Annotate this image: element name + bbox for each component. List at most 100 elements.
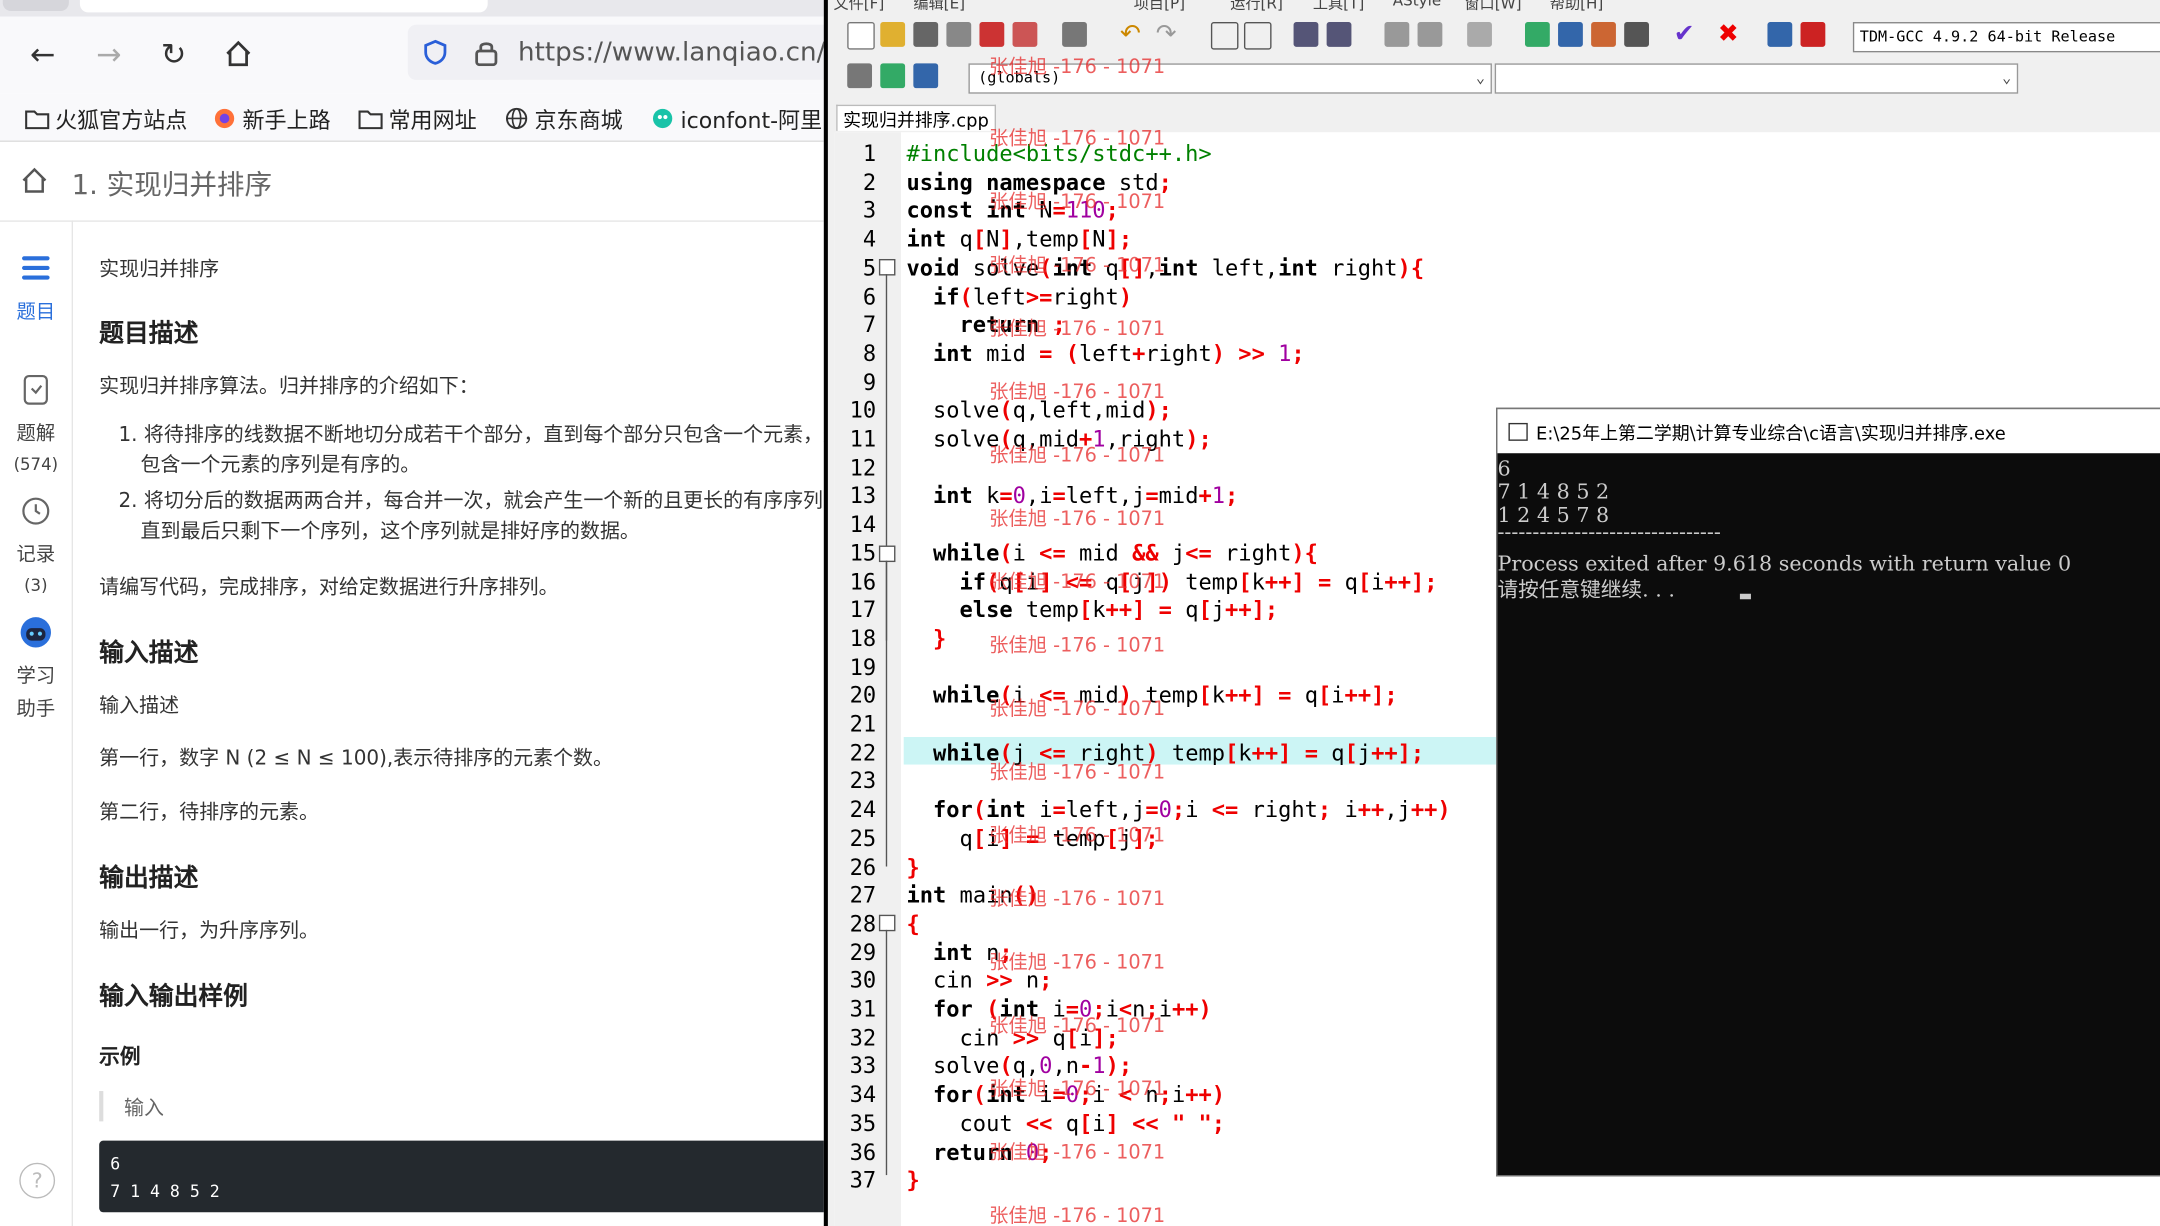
code-line[interactable]: } <box>906 853 919 879</box>
debug-icon[interactable] <box>1800 22 1826 47</box>
watermark-text: 张佳旭 -176 - 1071 <box>989 128 1166 151</box>
chart-icon[interactable] <box>1767 22 1793 47</box>
tab-active[interactable] <box>79 0 488 13</box>
close-all-icon[interactable] <box>1012 22 1038 47</box>
line-number: 36 <box>849 1138 877 1165</box>
save-icon[interactable] <box>913 22 939 47</box>
sidebar-item-solutions[interactable]: 题解 (574) <box>0 372 72 474</box>
watermark-text: 张佳旭 -176 - 1071 <box>989 698 1166 721</box>
bookmark-icon[interactable] <box>913 63 939 89</box>
chevron-down-icon[interactable]: ⌄ <box>2002 65 2011 93</box>
reload-icon[interactable]: ↻ <box>156 39 192 75</box>
menu-tools[interactable]: 工具[T] <box>1313 0 1364 14</box>
bookmark-folder-common[interactable]: 常用网址 <box>358 102 477 135</box>
line-number: 35 <box>849 1110 877 1137</box>
code-line[interactable]: else temp[k++] = q[j++]; <box>906 597 1279 623</box>
line-number: 29 <box>849 938 877 966</box>
file-tab[interactable]: 实现归并排序.cpp <box>836 104 996 132</box>
code-line[interactable]: int mid = (left+right) >> 1; <box>906 340 1305 366</box>
code-line[interactable]: while(i <= mid && j<= right){ <box>906 540 1318 566</box>
code-line[interactable]: { <box>906 910 919 936</box>
code-line[interactable]: for(int i=left,j=0;i <= right; i++,j++) <box>906 796 1451 822</box>
sidebar-item-assistant[interactable]: 学习 助手 <box>0 614 72 721</box>
bookmark-folder-firefox[interactable]: 火狐官方站点 <box>25 102 188 135</box>
menu-help[interactable]: 帮助[H] <box>1550 0 1604 14</box>
compile-icon[interactable] <box>1525 22 1550 47</box>
menu-bar: 文件[F] 编辑[E] 项目[P] 运行[R] 工具[T] AStyle 窗口[… <box>828 0 2160 14</box>
save-all-icon[interactable] <box>946 22 972 47</box>
home-icon[interactable] <box>220 39 256 75</box>
code-line[interactable]: } <box>906 625 946 651</box>
code-line[interactable]: void solve(int q[],int left,int right){ <box>906 255 1424 281</box>
compile-run-icon[interactable] <box>1591 22 1616 47</box>
find-icon[interactable] <box>1210 22 1239 50</box>
shield-icon[interactable] <box>422 39 450 67</box>
comment-icon[interactable] <box>1467 22 1492 47</box>
line-number: 14 <box>849 511 877 538</box>
code-line[interactable]: } <box>906 1167 919 1193</box>
bookmark-iconfont[interactable]: iconfont-阿里 <box>650 102 822 135</box>
menu-window[interactable]: 窗口[W] <box>1464 0 1521 14</box>
indent-icon[interactable] <box>1293 22 1319 47</box>
menu-file[interactable]: 文件[F] <box>833 0 884 14</box>
line-number: 16 <box>849 568 877 595</box>
list-item: 2. 将切分后的数据两两合并，每合并一次，就会产生一个新的且更长的有序序列 <box>118 490 824 513</box>
menu-astyle[interactable]: AStyle <box>1393 0 1441 10</box>
sample-divider <box>99 1091 104 1122</box>
unindent-icon[interactable] <box>1326 22 1352 47</box>
bookmark-getting-started[interactable]: 新手上路 <box>212 102 331 135</box>
url-bar[interactable]: https://www.lanqiao.cn/p <box>407 24 824 80</box>
robot-icon <box>20 617 51 648</box>
console-line: -------------------------------- <box>1497 519 1721 545</box>
sidebar-item-records[interactable]: 记录 (3) <box>0 493 72 595</box>
forward-icon[interactable]: → <box>91 39 127 75</box>
new-file-icon[interactable] <box>847 22 875 50</box>
chevron-down-icon[interactable]: ⌄ <box>1476 65 1485 93</box>
input-heading: 输入描述 <box>99 639 199 669</box>
line-number: 2 <box>862 169 877 196</box>
code-line[interactable]: cout << q[i] << " "; <box>906 1110 1226 1136</box>
replace-icon[interactable] <box>1243 22 1272 50</box>
back-icon[interactable]: ← <box>25 39 61 75</box>
print-icon[interactable] <box>1062 22 1087 47</box>
goto-icon[interactable] <box>880 63 906 89</box>
stop-icon[interactable]: ✖ <box>1718 21 1743 47</box>
menu-edit[interactable]: 编辑[E] <box>913 0 965 14</box>
class-browser-icon[interactable] <box>847 63 873 89</box>
open-file-icon[interactable] <box>880 22 906 47</box>
help-icon[interactable]: ? <box>19 1162 56 1199</box>
close-file-icon[interactable] <box>979 22 1005 47</box>
console-window[interactable]: E:\25年上第二学期\计算专业综合\c语言\实现归并排序.exe 6 7 1 … <box>1496 407 2160 1177</box>
check-icon[interactable]: ✔ <box>1674 21 1699 47</box>
code-line[interactable]: int q[N],temp[N]; <box>906 226 1132 252</box>
fold-toggle[interactable] <box>878 914 896 932</box>
input-sub: 输入描述 <box>99 695 180 718</box>
bookmark-toggle-icon[interactable] <box>1384 22 1410 47</box>
watermark-text: 张佳旭 -176 - 1071 <box>989 761 1166 784</box>
watermark-text: 张佳旭 -176 - 1071 <box>989 254 1166 277</box>
lock-icon[interactable] <box>474 39 499 67</box>
function-combo[interactable]: ⌄ <box>1494 63 2019 94</box>
bookmark-goto-icon[interactable] <box>1417 22 1443 47</box>
sidebar-item-problem[interactable]: 题目 <box>0 251 72 325</box>
undo-icon[interactable]: ↶ <box>1120 21 1145 47</box>
fold-toggle[interactable] <box>878 545 896 563</box>
home-icon[interactable] <box>19 165 49 195</box>
console-title-bar[interactable]: E:\25年上第二学期\计算专业综合\c语言\实现归并排序.exe <box>1497 409 2160 454</box>
run-icon[interactable] <box>1558 22 1583 47</box>
redo-icon[interactable]: ↷ <box>1156 21 1181 47</box>
url-text[interactable]: https://www.lanqiao.cn/p <box>518 37 824 67</box>
document-icon <box>23 374 48 405</box>
bookmark-jd[interactable]: 京东商城 <box>504 102 623 135</box>
code-line[interactable]: if(left>=right) <box>906 283 1132 309</box>
globe-icon <box>505 107 528 130</box>
compiler-select[interactable]: TDM-GCC 4.9.2 64-bit Release <box>1852 22 2160 53</box>
code-line[interactable]: while(j <= right) temp[k++] = q[j++]; <box>906 739 1424 765</box>
rebuild-icon[interactable] <box>1624 22 1649 47</box>
example-label: 示例 <box>99 1044 141 1070</box>
fold-toggle[interactable] <box>878 258 896 276</box>
menu-run[interactable]: 运行[R] <box>1230 0 1283 14</box>
tab-previous[interactable] <box>2 0 69 12</box>
menu-project[interactable]: 项目[P] <box>1134 0 1185 14</box>
code-line[interactable]: if(q[i] <= q[j]) temp[k++] = q[i++]; <box>906 568 1438 594</box>
